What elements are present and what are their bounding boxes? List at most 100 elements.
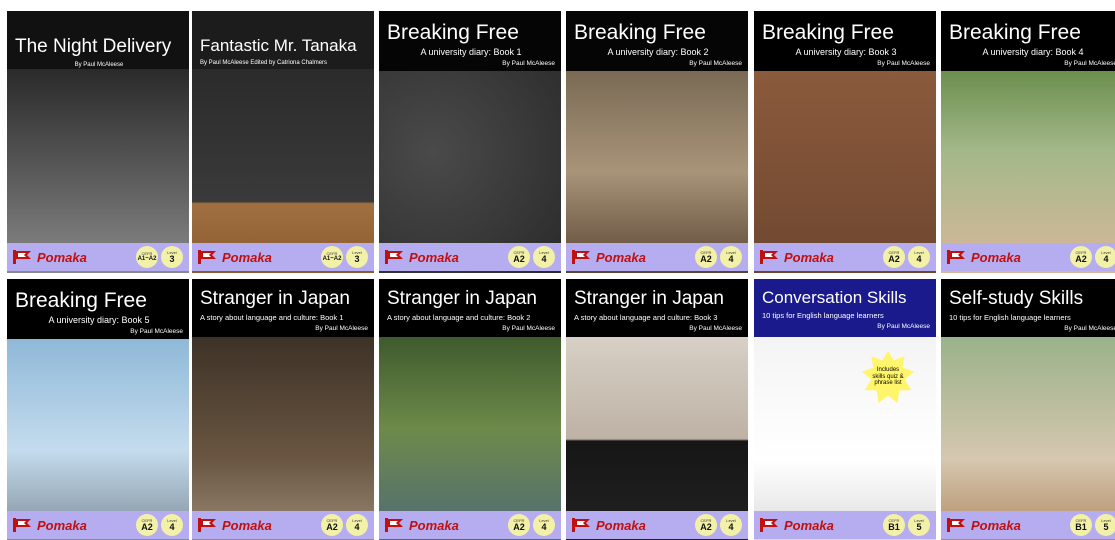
publisher-logo: Pomaka — [409, 517, 459, 533]
level-value: 4 — [728, 521, 734, 532]
cefr-value: A2 — [326, 521, 338, 532]
cover-header: The Night Delivery By Paul McAleese — [7, 11, 189, 69]
book-subtitle: A university diary: Book 1 — [420, 47, 522, 58]
book-cover[interactable]: The Night Delivery By Paul McAleese Pomaka… — [7, 11, 189, 273]
pomaka-flag-icon — [760, 250, 780, 264]
pomaka-flag-icon — [572, 518, 592, 532]
book-cover[interactable]: Stranger in Japan A story about language … — [379, 279, 561, 540]
book-subtitle: A university diary: Book 4 — [982, 47, 1084, 58]
book-cover[interactable]: Fantastic Mr. Tanaka By Paul McAleese Edi… — [192, 11, 374, 273]
cefr-badge: CEFR B1 — [883, 514, 905, 536]
cover-header: Breaking Free A university diary: Book 4 B… — [941, 11, 1115, 71]
cefr-value: A2 — [513, 521, 525, 532]
book-author: By Paul McAleese — [130, 328, 183, 336]
cefr-badge: CEFR A2 — [321, 514, 343, 536]
book-subtitle: 10 tips for English language learners — [949, 312, 1071, 322]
book-subtitle: 10 tips for English language learners — [762, 310, 884, 320]
publisher-bar: Pomaka CEFR B1 Level 5 — [754, 511, 936, 539]
cover-illustration — [941, 337, 1115, 540]
publisher-logo: Pomaka — [784, 249, 834, 265]
book-author: By Paul McAleese — [689, 60, 742, 68]
pomaka-flag-icon — [385, 518, 405, 532]
book-cover[interactable]: Breaking Free A university diary: Book 4 B… — [941, 11, 1115, 273]
book-cover[interactable]: Breaking Free A university diary: Book 5 B… — [7, 279, 189, 540]
cefr-value: A2 — [1075, 253, 1087, 264]
book-title: Breaking Free — [15, 289, 147, 312]
book-author: By Paul McAleese — [1064, 324, 1115, 332]
level-value: 4 — [916, 253, 922, 264]
cefr-value: A1~A2 — [322, 256, 342, 262]
publisher-logo: Pomaka — [222, 249, 272, 265]
publisher-bar: Pomaka CEFR A2 Level 4 — [7, 511, 189, 539]
cefr-value: A2 — [700, 521, 712, 532]
level-value: 4 — [169, 521, 175, 532]
level-value: 4 — [354, 521, 360, 532]
book-author: By Paul McAleese — [689, 324, 742, 332]
book-cover[interactable]: Breaking Free A university diary: Book 2 B… — [566, 11, 748, 273]
book-author: By Paul McAleese — [74, 61, 124, 68]
cefr-badge: CEFR A2 — [883, 246, 905, 268]
book-cover[interactable]: Conversation Skills 10 tips for English l… — [754, 279, 936, 540]
book-cover[interactable]: Stranger in Japan A story about language … — [192, 279, 374, 540]
publisher-bar: Pomaka CEFR A1~A2 Level 3 — [7, 243, 189, 271]
cover-header: Breaking Free A university diary: Book 2 B… — [566, 11, 748, 71]
book-cover[interactable]: Stranger in Japan A story about language … — [566, 279, 748, 540]
cefr-badge: CEFR A2 — [695, 246, 717, 268]
cefr-value: A2 — [141, 521, 153, 532]
level-value: 3 — [354, 253, 360, 264]
level-value: 3 — [169, 253, 175, 264]
book-subtitle: A story about language and culture: Book… — [574, 312, 718, 322]
cefr-badge: CEFR B1 — [1070, 514, 1092, 536]
level-badge: Level 4 — [533, 246, 555, 268]
level-value: 4 — [541, 521, 547, 532]
cover-header: Stranger in Japan A story about language … — [566, 279, 748, 337]
cefr-badge: CEFR A2 — [136, 514, 158, 536]
publisher-logo: Pomaka — [784, 517, 834, 533]
book-author: By Paul McAleese — [502, 60, 555, 68]
book-title: Fantastic Mr. Tanaka — [200, 36, 357, 55]
cefr-badge: CEFR A2 — [508, 246, 530, 268]
cefr-value: B1 — [888, 521, 900, 532]
pomaka-flag-icon — [13, 250, 33, 264]
level-value: 5 — [1103, 521, 1109, 532]
book-cover[interactable]: Breaking Free A university diary: Book 3 B… — [754, 11, 936, 273]
cefr-value: A2 — [888, 253, 900, 264]
publisher-bar: Pomaka CEFR A2 Level 4 — [754, 243, 936, 271]
publisher-bar: Pomaka CEFR A2 Level 4 — [566, 511, 748, 539]
book-title: Conversation Skills — [762, 288, 907, 307]
publisher-logo: Pomaka — [37, 249, 87, 265]
publisher-bar: Pomaka CEFR A2 Level 4 — [192, 511, 374, 539]
publisher-bar: Pomaka CEFR A2 Level 4 — [379, 243, 561, 271]
book-author: By Paul McAleese — [1064, 60, 1115, 68]
book-author: By Paul McAleese — [877, 60, 930, 68]
level-value: 4 — [541, 253, 547, 264]
level-value: 4 — [728, 253, 734, 264]
book-cover[interactable]: Breaking Free A university diary: Book 1 B… — [379, 11, 561, 273]
cefr-badge: CEFR A1~A2 — [321, 246, 343, 268]
cover-header: Stranger in Japan A story about language … — [379, 279, 561, 337]
book-grid: The Night Delivery By Paul McAleese Pomaka… — [0, 0, 1115, 540]
cefr-value: B1 — [1075, 521, 1087, 532]
publisher-logo: Pomaka — [596, 249, 646, 265]
cover-illustration — [379, 337, 561, 540]
pomaka-flag-icon — [572, 250, 592, 264]
pomaka-flag-icon — [13, 518, 33, 532]
level-badge: Level 5 — [1095, 514, 1115, 536]
cover-illustration — [754, 337, 936, 540]
cover-header: Breaking Free A university diary: Book 5 B… — [7, 279, 189, 339]
level-badge: Level 5 — [908, 514, 930, 536]
publisher-bar: Pomaka CEFR A2 Level 4 — [566, 243, 748, 271]
level-badge: Level 3 — [161, 246, 183, 268]
book-author: By Paul McAleese Edited by Catriona Chal… — [200, 59, 328, 66]
pomaka-flag-icon — [947, 250, 967, 264]
level-value: 5 — [916, 521, 922, 532]
book-cover[interactable]: Self-study Skills 10 tips for English lan… — [941, 279, 1115, 540]
cefr-badge: CEFR A2 — [1070, 246, 1092, 268]
level-badge: Level 3 — [346, 246, 368, 268]
level-badge: Level 4 — [720, 514, 742, 536]
book-subtitle: A university diary: Book 5 — [48, 315, 150, 326]
book-author: By Paul McAleese — [315, 324, 368, 332]
cover-header: Stranger in Japan A story about language … — [192, 279, 374, 337]
publisher-bar: Pomaka CEFR B1 Level 5 — [941, 511, 1115, 539]
publisher-bar: Pomaka CEFR A2 Level 4 — [379, 511, 561, 539]
